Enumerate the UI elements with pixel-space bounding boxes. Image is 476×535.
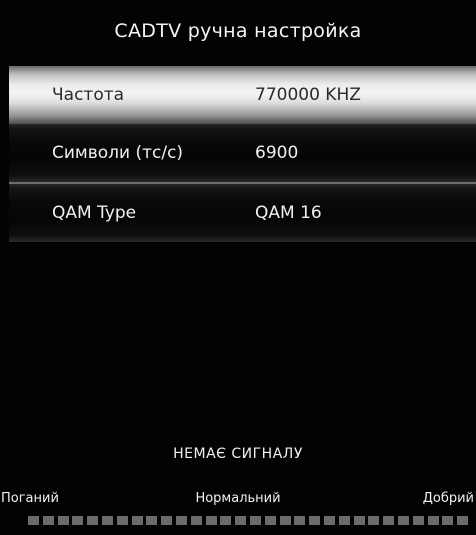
signal-segment [117, 516, 128, 525]
signal-scale-labels: Поганий Нормальний Добрий [0, 491, 476, 509]
signal-segment [72, 516, 83, 525]
signal-segment [58, 516, 69, 525]
signal-segment [442, 516, 453, 525]
signal-segment [43, 516, 54, 525]
signal-segment [280, 516, 291, 525]
no-signal-status: НЕМАЄ СИГНАЛУ [173, 446, 303, 462]
signal-segment [87, 516, 98, 525]
frequency-value: 770000 KHZ [255, 85, 361, 105]
scale-good-label: Добрий [422, 491, 474, 506]
row-symbol-rate[interactable]: Символи (тс/с) 6900 [9, 124, 476, 182]
qam-type-value: QAM 16 [255, 203, 322, 223]
signal-segment [265, 516, 276, 525]
row-frequency[interactable]: Частота 770000 KHZ [9, 66, 476, 124]
signal-segment [354, 516, 365, 525]
qam-type-label: QAM Type [52, 203, 137, 223]
frequency-label: Частота [52, 85, 125, 105]
menu-title: CADTV ручна настройка [114, 20, 362, 42]
signal-segment [324, 516, 335, 525]
signal-segment [339, 516, 350, 525]
signal-segment [383, 516, 394, 525]
signal-segment [398, 516, 409, 525]
signal-segment [206, 516, 217, 525]
row-qam-type[interactable]: QAM Type QAM 16 [9, 184, 476, 242]
signal-segment [176, 516, 187, 525]
signal-segment [102, 516, 113, 525]
signal-segment [220, 516, 231, 525]
signal-segment [428, 516, 439, 525]
signal-segment [368, 516, 379, 525]
symbol-rate-label: Символи (тс/с) [52, 143, 184, 163]
signal-segment [250, 516, 261, 525]
signal-segment [413, 516, 424, 525]
settings-list: Частота 770000 KHZ Символи (тс/с) 6900 Q… [9, 66, 476, 242]
symbol-rate-value: 6900 [255, 143, 299, 163]
signal-segment [28, 516, 39, 525]
signal-segment [457, 516, 468, 525]
signal-quality-bar [28, 516, 474, 526]
signal-segment [235, 516, 246, 525]
signal-segment [191, 516, 202, 525]
signal-segment [294, 516, 305, 525]
scale-normal-label: Нормальний [195, 491, 281, 506]
signal-segment [146, 516, 157, 525]
tv-menu-screen: CADTV ручна настройка Частота 770000 KHZ… [0, 0, 476, 535]
signal-segment [132, 516, 143, 525]
signal-segment [309, 516, 320, 525]
signal-segment [161, 516, 172, 525]
